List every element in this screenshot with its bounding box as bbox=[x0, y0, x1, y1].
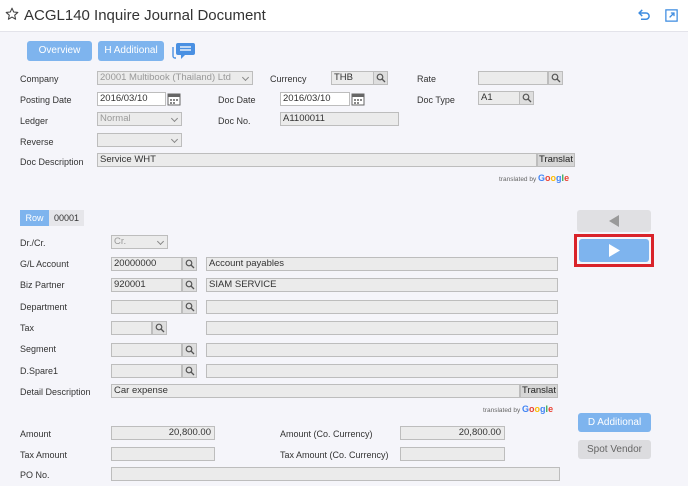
back-icon[interactable] bbox=[636, 8, 651, 23]
dspare1-field[interactable] bbox=[111, 364, 182, 378]
drcr-label: Dr./Cr. bbox=[20, 238, 46, 248]
reverse-label: Reverse bbox=[20, 137, 54, 147]
gl-account-field[interactable]: 20000000 bbox=[111, 257, 182, 271]
h-additional-button[interactable]: H Additional bbox=[98, 41, 164, 61]
detail-description-field[interactable]: Car expense bbox=[111, 384, 520, 398]
department-name-field bbox=[206, 300, 558, 314]
translate-button[interactable]: Translat bbox=[520, 384, 558, 398]
amount-field[interactable]: 20,800.00 bbox=[111, 426, 215, 440]
overview-button[interactable]: Overview bbox=[27, 41, 92, 61]
segment-name-field bbox=[206, 343, 558, 357]
open-external-icon[interactable] bbox=[664, 8, 679, 23]
gl-account-name-field: Account payables bbox=[206, 257, 558, 271]
dspare1-search-icon[interactable] bbox=[182, 364, 197, 378]
ledger-select[interactable]: Normal bbox=[97, 112, 182, 126]
ledger-label: Ledger bbox=[20, 116, 49, 126]
calendar-icon[interactable] bbox=[167, 92, 181, 106]
tax-amount-co-field[interactable] bbox=[400, 447, 505, 461]
currency-label: Currency bbox=[270, 74, 307, 84]
doc-date-label: Doc Date bbox=[218, 95, 256, 105]
amount-co-field[interactable]: 20,800.00 bbox=[400, 426, 505, 440]
biz-partner-name-field: SIAM SERVICE bbox=[206, 278, 558, 292]
doc-type-label: Doc Type bbox=[417, 95, 455, 105]
doc-description-label: Doc Description bbox=[20, 157, 84, 167]
gl-account-label: G/L Account bbox=[20, 259, 69, 269]
spot-vendor-button[interactable]: Spot Vendor bbox=[578, 440, 651, 459]
detail-description-label: Detail Description bbox=[20, 387, 91, 397]
calendar-icon[interactable] bbox=[351, 92, 365, 106]
doc-no-field[interactable]: A1100011 bbox=[280, 112, 399, 126]
translated-by-google: translated by Google bbox=[499, 173, 570, 183]
company-label: Company bbox=[20, 74, 59, 84]
tax-search-icon[interactable] bbox=[152, 321, 167, 335]
biz-partner-label: Biz Partner bbox=[20, 280, 65, 290]
currency-field[interactable]: THB bbox=[331, 71, 374, 85]
doc-date-field[interactable]: 2016/03/10 bbox=[280, 92, 350, 106]
arrow-left-icon bbox=[609, 215, 619, 227]
previous-row-button[interactable] bbox=[577, 210, 651, 232]
tax-amount-field[interactable] bbox=[111, 447, 215, 461]
next-row-button[interactable] bbox=[579, 239, 649, 262]
biz-partner-field[interactable]: 920001 bbox=[111, 278, 182, 292]
currency-search-icon[interactable] bbox=[373, 71, 388, 85]
department-label: Department bbox=[20, 302, 68, 312]
chat-icon[interactable] bbox=[170, 40, 196, 62]
rate-label: Rate bbox=[417, 74, 437, 84]
doc-type-search-icon[interactable] bbox=[519, 91, 534, 105]
tax-amount-label: Tax Amount bbox=[20, 450, 68, 460]
dspare1-label: D.Spare1 bbox=[20, 366, 59, 376]
translated-by-google: translated by Google bbox=[483, 404, 554, 414]
segment-search-icon[interactable] bbox=[182, 343, 197, 357]
page-header: ACGL140 Inquire Journal Document bbox=[0, 0, 688, 32]
d-additional-button[interactable]: D Additional bbox=[578, 413, 651, 432]
department-field[interactable] bbox=[111, 300, 182, 314]
reverse-select[interactable] bbox=[97, 133, 182, 147]
segment-label: Segment bbox=[20, 344, 57, 354]
tax-label: Tax bbox=[20, 323, 35, 333]
rate-field[interactable] bbox=[478, 71, 548, 85]
amount-co-label: Amount (Co. Currency) bbox=[280, 429, 373, 439]
page-title: ACGL140 Inquire Journal Document bbox=[24, 7, 266, 24]
po-no-field[interactable] bbox=[111, 467, 560, 481]
doc-no-label: Doc No. bbox=[218, 116, 251, 126]
tax-amount-co-label: Tax Amount (Co. Currency) bbox=[280, 450, 389, 460]
company-select[interactable]: 20001 Multibook (Thailand) Ltd bbox=[97, 71, 253, 85]
doc-description-field[interactable]: Service WHT bbox=[97, 153, 537, 167]
dspare1-name-field bbox=[206, 364, 558, 378]
po-no-label: PO No. bbox=[20, 470, 50, 480]
arrow-right-icon bbox=[609, 244, 620, 257]
tax-field[interactable] bbox=[111, 321, 152, 335]
tax-name-field bbox=[206, 321, 558, 335]
posting-date-label: Posting Date bbox=[20, 95, 72, 105]
posting-date-field[interactable]: 2016/03/10 bbox=[97, 92, 166, 106]
row-number: 00001 bbox=[49, 210, 84, 226]
star-icon[interactable] bbox=[5, 7, 19, 21]
translate-button[interactable]: Translat bbox=[537, 153, 575, 167]
rate-search-icon[interactable] bbox=[548, 71, 563, 85]
amount-label: Amount bbox=[20, 429, 52, 439]
row-tab[interactable]: Row bbox=[20, 210, 49, 226]
segment-field[interactable] bbox=[111, 343, 182, 357]
biz-partner-search-icon[interactable] bbox=[182, 278, 197, 292]
drcr-select[interactable]: Cr. bbox=[111, 235, 168, 249]
gl-account-search-icon[interactable] bbox=[182, 257, 197, 271]
doc-type-field[interactable]: A1 bbox=[478, 91, 520, 105]
department-search-icon[interactable] bbox=[182, 300, 197, 314]
